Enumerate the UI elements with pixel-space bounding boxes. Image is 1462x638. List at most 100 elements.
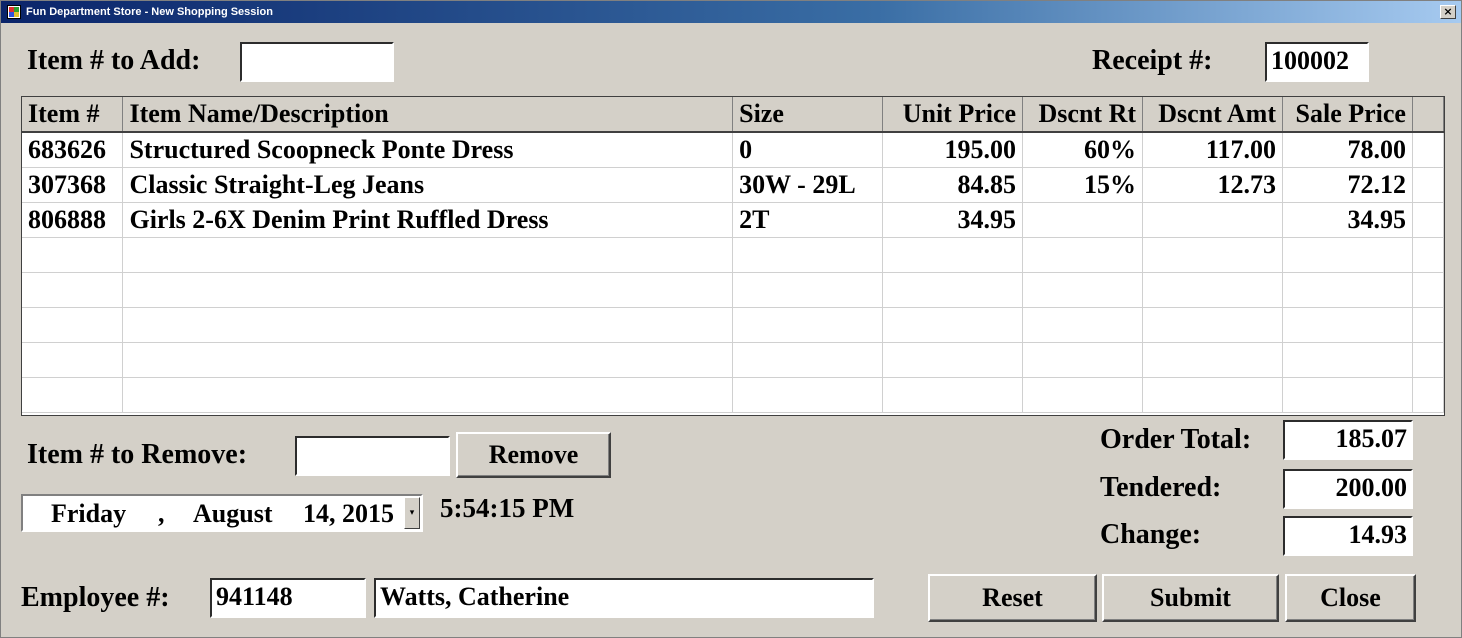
grid-body: 683626 Structured Scoopneck Ponte Dress 0 1… xyxy=(22,132,1444,413)
cell-size[interactable] xyxy=(732,377,884,413)
table-row[interactable] xyxy=(22,307,1444,343)
table-row[interactable]: 683626 Structured Scoopneck Ponte Dress 0 1… xyxy=(22,132,1444,168)
remove-item-input[interactable] xyxy=(295,436,450,476)
employee-name-field[interactable]: Watts, Catherine xyxy=(374,578,874,618)
cell-filler xyxy=(1412,342,1444,378)
cell-size[interactable]: 0 xyxy=(732,132,884,168)
date-separator: , xyxy=(158,499,165,528)
cell-discount-amount[interactable] xyxy=(1142,342,1283,378)
cell-unit-price[interactable]: 84.85 xyxy=(882,167,1024,203)
change-field[interactable]: 14.93 xyxy=(1283,516,1413,556)
cell-discount-rate[interactable] xyxy=(1022,342,1144,378)
cell-sale-price[interactable]: 78.00 xyxy=(1282,132,1413,168)
add-item-input[interactable] xyxy=(240,42,394,82)
employee-number-field[interactable]: 941148 xyxy=(210,578,366,618)
cell-sale-price[interactable] xyxy=(1282,237,1413,273)
cell-unit-price[interactable] xyxy=(882,272,1024,308)
cell-unit-price[interactable]: 34.95 xyxy=(882,202,1024,238)
date-picker[interactable]: Friday , August 14, 2015 ▾ xyxy=(21,494,423,532)
cell-item-number[interactable] xyxy=(22,377,124,413)
cell-item-number[interactable]: 806888 xyxy=(22,202,124,238)
receipt-label: Receipt #: xyxy=(1092,45,1213,76)
table-row[interactable] xyxy=(22,237,1444,273)
cell-sale-price[interactable] xyxy=(1282,272,1413,308)
window-title: Fun Department Store - New Shopping Sess… xyxy=(26,6,273,18)
col-header-item-number[interactable]: Item # xyxy=(22,97,124,133)
cell-size[interactable]: 2T xyxy=(732,202,884,238)
employee-label: Employee #: xyxy=(21,582,170,613)
table-row[interactable]: 307368 Classic Straight-Leg Jeans 30W - 29… xyxy=(22,167,1444,203)
title-bar[interactable]: Fun Department Store - New Shopping Sess… xyxy=(1,1,1461,23)
grid-header-row: Item # Item Name/Description Size Unit P… xyxy=(22,97,1444,133)
col-header-discount-rate[interactable]: Dscnt Rt xyxy=(1022,97,1144,133)
tendered-field[interactable]: 200.00 xyxy=(1283,469,1413,509)
table-row[interactable] xyxy=(22,272,1444,308)
cell-discount-amount[interactable]: 12.73 xyxy=(1142,167,1283,203)
cell-item-number[interactable]: 307368 xyxy=(22,167,124,203)
cell-discount-amount[interactable] xyxy=(1142,307,1283,343)
items-grid[interactable]: Item # Item Name/Description Size Unit P… xyxy=(21,96,1445,416)
cell-sale-price[interactable]: 72.12 xyxy=(1282,167,1413,203)
cell-item-number[interactable] xyxy=(22,342,124,378)
cell-unit-price[interactable] xyxy=(882,342,1024,378)
col-header-filler xyxy=(1412,97,1444,133)
cell-unit-price[interactable]: 195.00 xyxy=(882,132,1024,168)
remove-button[interactable]: Remove xyxy=(456,432,611,478)
date-dropdown-icon[interactable]: ▾ xyxy=(404,497,420,529)
cell-size[interactable] xyxy=(732,237,884,273)
cell-discount-rate[interactable] xyxy=(1022,202,1144,238)
cell-item-name[interactable] xyxy=(122,272,734,308)
cell-sale-price[interactable] xyxy=(1282,307,1413,343)
cell-discount-rate[interactable]: 60% xyxy=(1022,132,1144,168)
col-header-item-name[interactable]: Item Name/Description xyxy=(122,97,734,133)
cell-unit-price[interactable] xyxy=(882,237,1024,273)
cell-item-number[interactable]: 683626 xyxy=(22,132,124,168)
cell-discount-amount[interactable]: 117.00 xyxy=(1142,132,1283,168)
cell-discount-amount[interactable] xyxy=(1142,377,1283,413)
cell-size[interactable] xyxy=(732,307,884,343)
col-header-unit-price[interactable]: Unit Price xyxy=(882,97,1024,133)
cell-item-name[interactable] xyxy=(122,342,734,378)
cell-discount-amount[interactable] xyxy=(1142,237,1283,273)
table-row[interactable] xyxy=(22,377,1444,413)
cell-sale-price[interactable] xyxy=(1282,377,1413,413)
add-item-label: Item # to Add: xyxy=(27,45,201,76)
table-row[interactable]: 806888 Girls 2-6X Denim Print Ruffled Dre… xyxy=(22,202,1444,238)
cell-sale-price[interactable] xyxy=(1282,342,1413,378)
cell-unit-price[interactable] xyxy=(882,307,1024,343)
cell-item-name[interactable]: Structured Scoopneck Ponte Dress xyxy=(122,132,734,168)
cell-item-number[interactable] xyxy=(22,272,124,308)
col-header-size[interactable]: Size xyxy=(732,97,884,133)
cell-size[interactable] xyxy=(732,272,884,308)
cell-discount-rate[interactable] xyxy=(1022,377,1144,413)
table-row[interactable] xyxy=(22,342,1444,378)
col-header-discount-amount[interactable]: Dscnt Amt xyxy=(1142,97,1283,133)
window-close-button[interactable]: × xyxy=(1440,5,1456,19)
cell-item-name[interactable] xyxy=(122,307,734,343)
receipt-number-field[interactable]: 100002 xyxy=(1265,42,1369,82)
cell-sale-price[interactable]: 34.95 xyxy=(1282,202,1413,238)
cell-item-name[interactable]: Classic Straight-Leg Jeans xyxy=(122,167,734,203)
cell-discount-amount[interactable] xyxy=(1142,272,1283,308)
cell-size[interactable]: 30W - 29L xyxy=(732,167,884,203)
cell-discount-amount[interactable] xyxy=(1142,202,1283,238)
cell-discount-rate[interactable] xyxy=(1022,272,1144,308)
cell-size[interactable] xyxy=(732,342,884,378)
cell-item-name[interactable] xyxy=(122,237,734,273)
cell-item-name[interactable]: Girls 2-6X Denim Print Ruffled Dress xyxy=(122,202,734,238)
close-button[interactable]: Close xyxy=(1285,574,1416,622)
cell-filler xyxy=(1412,202,1444,238)
submit-button[interactable]: Submit xyxy=(1102,574,1279,622)
cell-item-name[interactable] xyxy=(122,377,734,413)
date-month: August xyxy=(193,499,273,528)
cell-unit-price[interactable] xyxy=(882,377,1024,413)
cell-item-number[interactable] xyxy=(22,307,124,343)
cell-discount-rate[interactable] xyxy=(1022,237,1144,273)
cell-item-number[interactable] xyxy=(22,237,124,273)
cell-discount-rate[interactable] xyxy=(1022,307,1144,343)
order-total-field[interactable]: 185.07 xyxy=(1283,420,1413,460)
order-total-label: Order Total: xyxy=(1100,424,1252,455)
reset-button[interactable]: Reset xyxy=(928,574,1097,622)
col-header-sale-price[interactable]: Sale Price xyxy=(1282,97,1413,133)
cell-discount-rate[interactable]: 15% xyxy=(1022,167,1144,203)
